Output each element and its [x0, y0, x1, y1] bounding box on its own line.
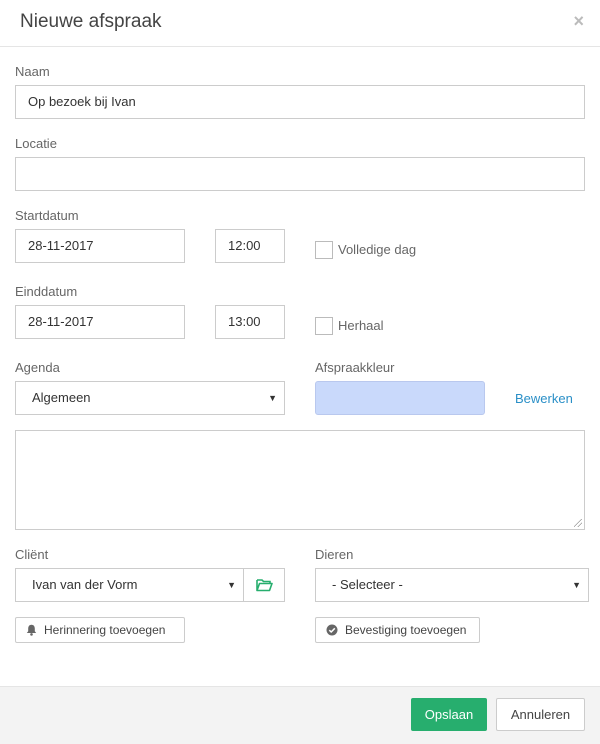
edit-color-link[interactable]: Bewerken — [515, 391, 573, 406]
start-date-label: Startdatum — [15, 208, 79, 223]
cancel-button[interactable]: Annuleren — [496, 698, 585, 731]
location-label: Locatie — [15, 136, 57, 151]
start-time-input[interactable]: 12:00 — [215, 229, 285, 263]
close-icon[interactable]: × — [573, 11, 584, 32]
agenda-select[interactable]: Algemeen ▼ — [15, 381, 285, 415]
resize-handle-icon[interactable] — [574, 519, 582, 527]
add-reminder-button[interactable]: Herinnering toevoegen — [15, 617, 185, 643]
dialog-title: Nieuwe afspraak — [20, 11, 162, 32]
add-confirmation-button[interactable]: Bevestiging toevoegen — [315, 617, 480, 643]
caret-down-icon: ▼ — [572, 580, 581, 590]
notes-textarea[interactable] — [15, 430, 585, 530]
caret-down-icon: ▼ — [227, 580, 236, 590]
animals-label: Dieren — [315, 547, 354, 562]
animals-selected-value: - Selecteer - — [332, 577, 403, 592]
allday-label: Volledige dag — [338, 242, 417, 257]
save-button[interactable]: Opslaan — [411, 698, 487, 731]
caret-down-icon: ▼ — [268, 393, 277, 403]
agenda-label: Agenda — [15, 360, 60, 375]
folder-open-icon — [255, 579, 273, 592]
repeat-label: Herhaal — [338, 318, 384, 333]
add-confirmation-label: Bevestiging toevoegen — [345, 623, 467, 637]
dialog-header: Nieuwe afspraak × — [0, 0, 600, 47]
client-label: Cliënt — [15, 547, 49, 562]
start-date-input[interactable]: 28-11-2017 — [15, 229, 185, 263]
end-date-label: Einddatum — [15, 284, 78, 299]
end-time-input[interactable]: 13:00 — [215, 305, 285, 339]
name-input[interactable]: Op bezoek bij Ivan — [15, 85, 585, 119]
add-reminder-label: Herinnering toevoegen — [44, 623, 166, 637]
client-select[interactable]: Ivan van der Vorm ▼ — [15, 568, 244, 602]
animals-select[interactable]: - Selecteer - ▼ — [315, 568, 589, 602]
color-label: Afspraakkleur — [315, 360, 395, 375]
name-label: Naam — [15, 64, 50, 79]
client-selected-value: Ivan van der Vorm — [32, 577, 138, 592]
end-date-input[interactable]: 28-11-2017 — [15, 305, 185, 339]
browse-client-button[interactable] — [243, 568, 285, 602]
bell-icon — [26, 624, 37, 636]
agenda-selected-value: Algemeen — [32, 390, 91, 405]
repeat-checkbox[interactable] — [315, 317, 333, 335]
location-input[interactable] — [15, 157, 585, 191]
check-circle-icon — [326, 624, 338, 636]
color-swatch[interactable] — [315, 381, 485, 415]
allday-checkbox[interactable] — [315, 241, 333, 259]
